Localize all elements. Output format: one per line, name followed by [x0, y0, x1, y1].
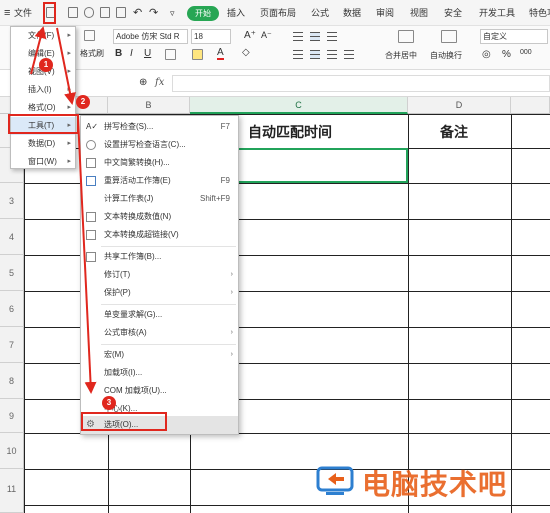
watermark-logo-icon	[316, 466, 354, 495]
step-badge-1: 1	[39, 58, 53, 72]
watermark: 电脑技术吧	[312, 460, 547, 502]
step-badge-2: 2	[76, 95, 90, 109]
highlight-tools-item	[8, 114, 79, 134]
spreadsheet-window: { "menubar": { "menu_icon": "≡", "file_l…	[0, 0, 550, 513]
watermark-text: 电脑技术吧	[362, 468, 508, 501]
annotation-arrows	[30, 26, 97, 394]
step-badge-3: 3	[102, 396, 116, 410]
highlight-file-dropdown	[43, 2, 56, 24]
highlight-options-item	[81, 412, 167, 431]
